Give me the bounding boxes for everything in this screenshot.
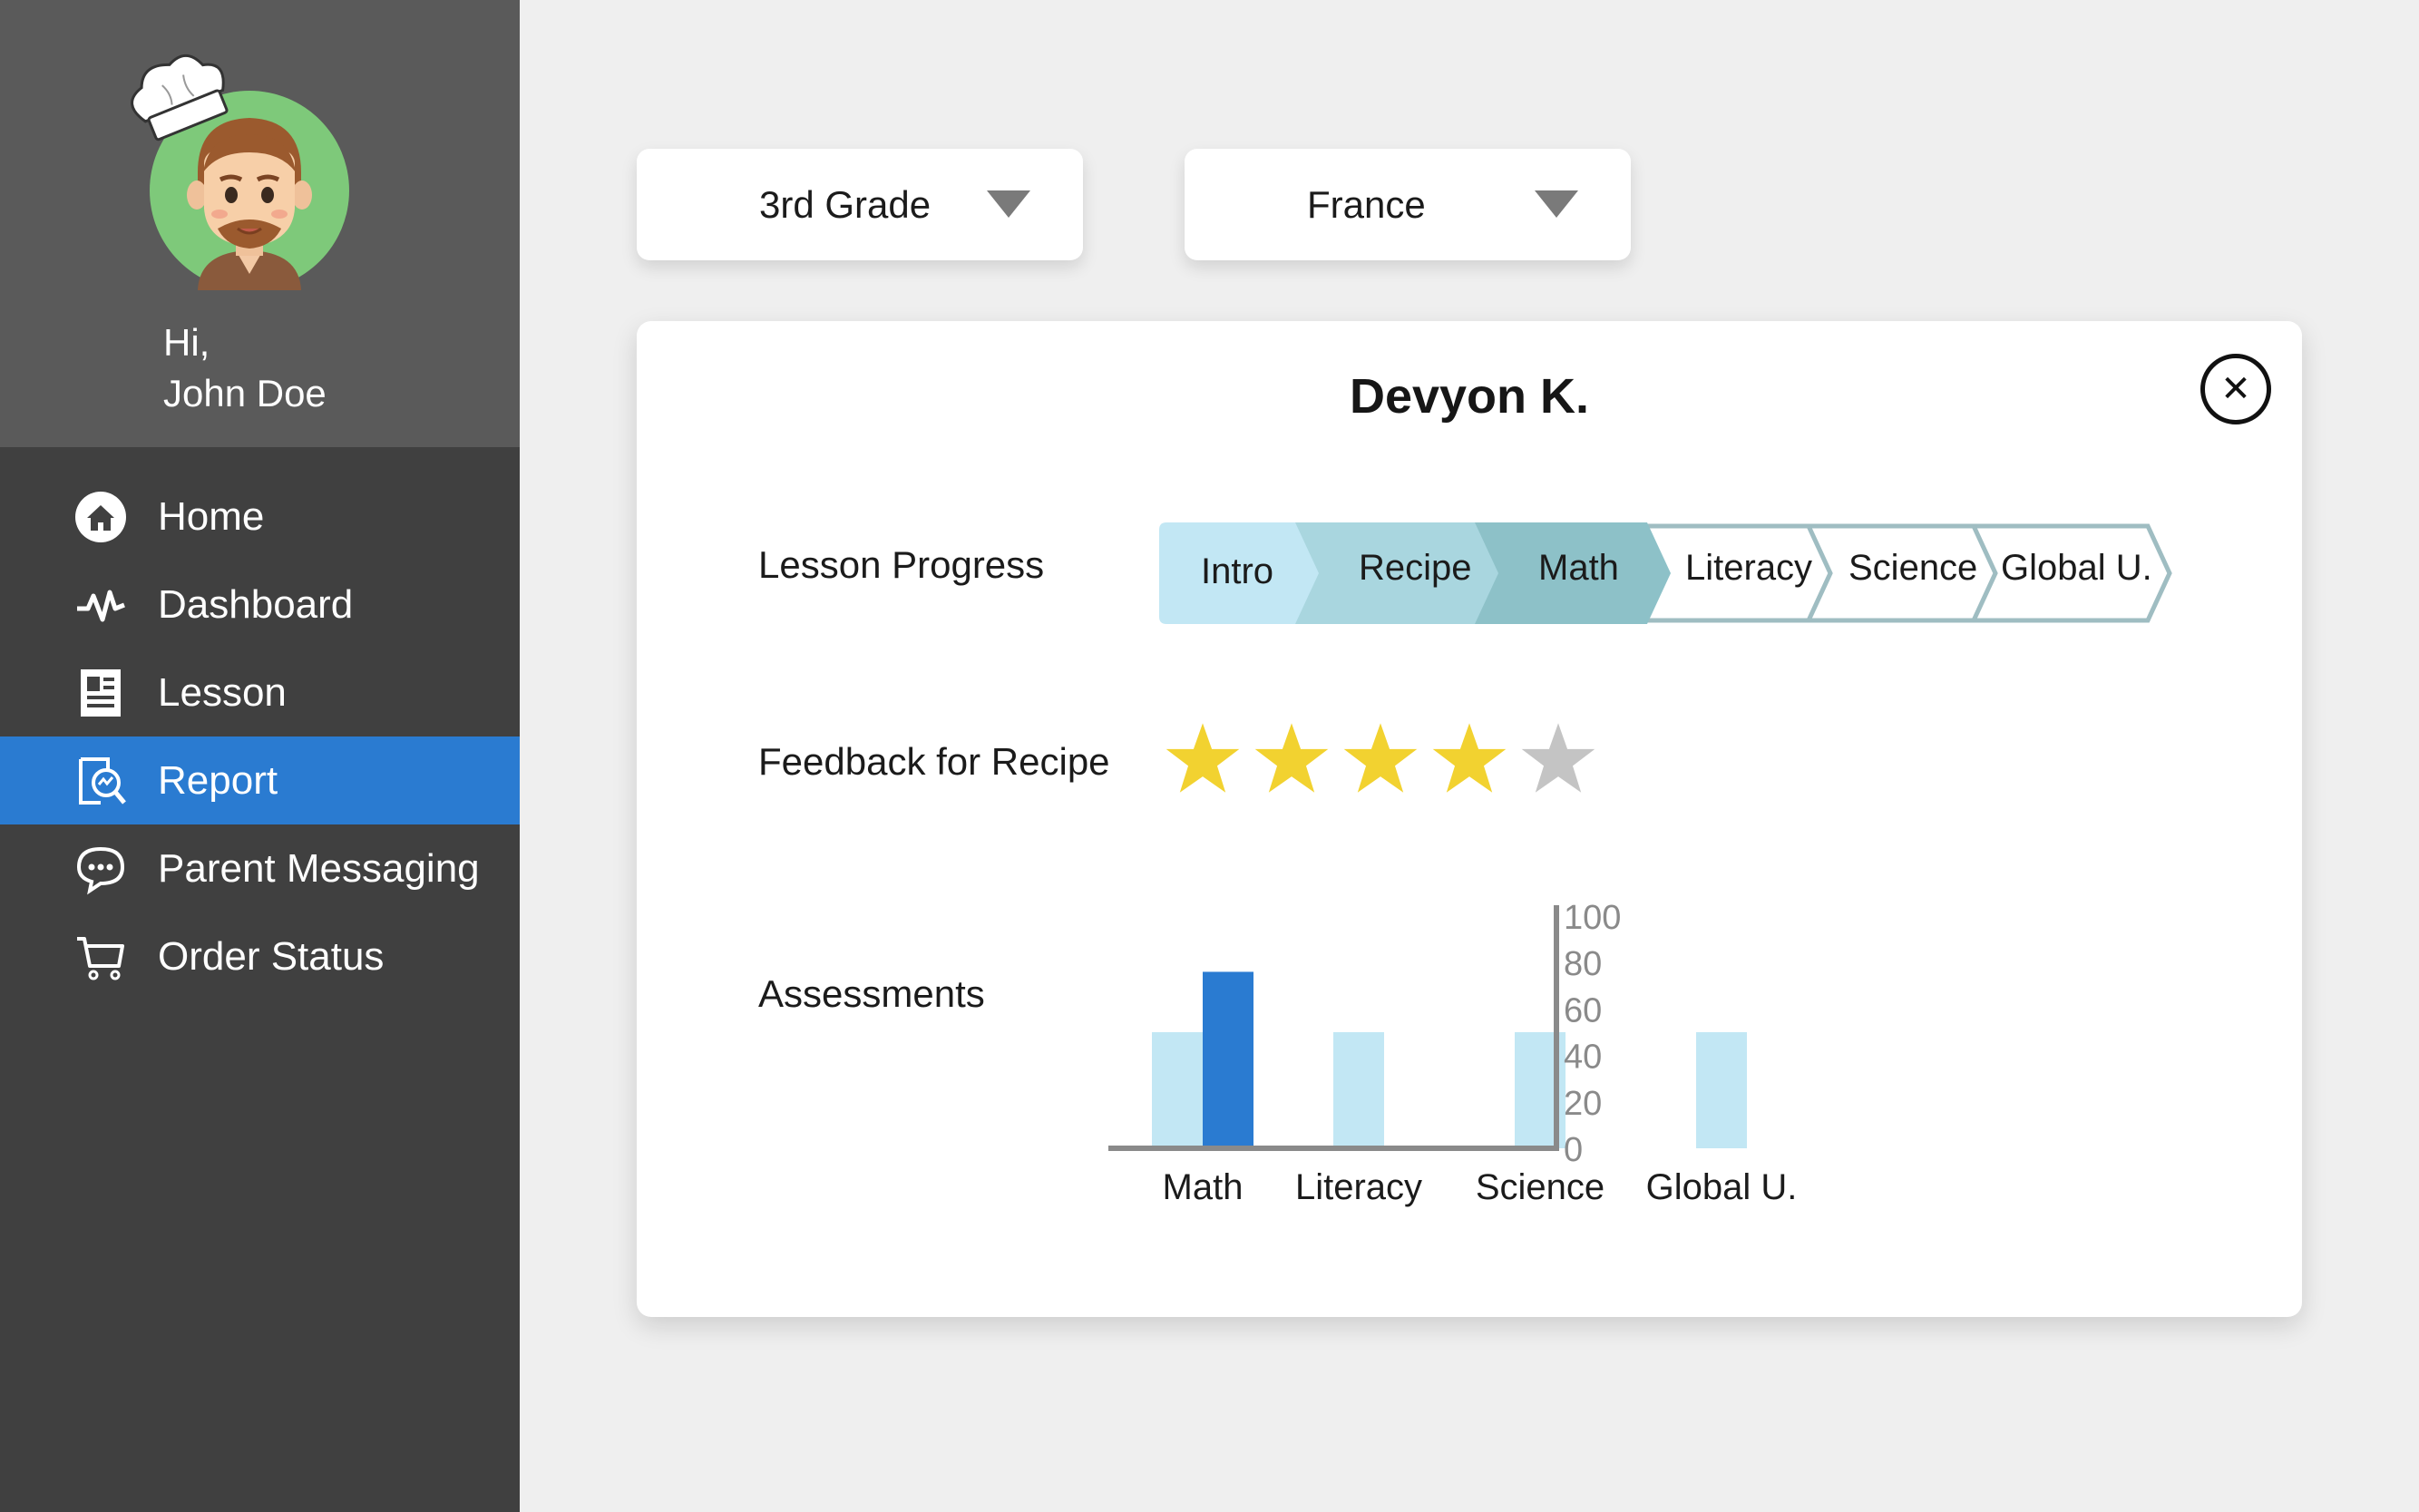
- nav-label-lesson: Lesson: [158, 669, 287, 715]
- user-name: John Doe: [163, 372, 327, 415]
- step-science[interactable]: Science: [1848, 548, 1977, 589]
- star-icon[interactable]: [1165, 720, 1241, 796]
- step-recipe[interactable]: Recipe: [1359, 548, 1472, 589]
- x-tick-label: Math: [1163, 1167, 1244, 1207]
- chevron-down-icon: [987, 190, 1030, 218]
- star-icon[interactable]: [1520, 720, 1596, 796]
- greeting-hi: Hi,: [163, 321, 210, 364]
- student-name: Devyon K.: [1349, 369, 1590, 424]
- nav-label-order-status: Order Status: [158, 933, 385, 979]
- cart-icon: [71, 927, 131, 987]
- sidebar: Hi, John Doe Home Dashboard Lesson Repor…: [0, 0, 520, 1512]
- nav-item-home[interactable]: Home: [0, 473, 520, 561]
- nav-label-report: Report: [158, 757, 278, 803]
- star-icon[interactable]: [1431, 720, 1507, 796]
- y-tick-label: 40: [1564, 1039, 1602, 1077]
- profile-panel: Hi, John Doe: [0, 0, 520, 447]
- bar-global-u--0: [1696, 1032, 1747, 1148]
- feedback-label: Feedback for Recipe: [758, 740, 1110, 783]
- y-tick-label: 20: [1564, 1085, 1602, 1123]
- bar-math-1: [1203, 971, 1253, 1148]
- nav-menu: Home Dashboard Lesson Report Parent Mess…: [0, 473, 520, 1000]
- assessments-label: Assessments: [758, 972, 985, 1015]
- bar-literacy-0: [1333, 1032, 1384, 1148]
- x-tick-label: Literacy: [1295, 1167, 1422, 1207]
- y-tick-label: 60: [1564, 991, 1602, 1029]
- x-tick-label: Science: [1476, 1167, 1605, 1207]
- star-icon[interactable]: [1253, 720, 1330, 796]
- chevron-down-icon: [1535, 190, 1578, 218]
- chat-bubble-icon: [71, 839, 131, 899]
- grade-select[interactable]: 3rd Grade: [637, 149, 1083, 260]
- y-tick-label: 100: [1564, 899, 1621, 937]
- nav-item-parent-messaging[interactable]: Parent Messaging: [0, 824, 520, 912]
- nav-item-lesson[interactable]: Lesson: [0, 649, 520, 736]
- lesson-progress-bar: Intro Recipe Math Literacy Science Globa…: [1157, 521, 2173, 626]
- step-literacy[interactable]: Literacy: [1685, 548, 1812, 589]
- country-select-value: France: [1307, 182, 1426, 226]
- report-search-icon: [71, 751, 131, 811]
- step-intro[interactable]: Intro: [1201, 551, 1273, 592]
- step-math[interactable]: Math: [1538, 548, 1619, 589]
- grade-select-value: 3rd Grade: [759, 182, 932, 226]
- y-tick-label: 0: [1564, 1131, 1583, 1169]
- nav-item-report[interactable]: Report: [0, 736, 520, 824]
- close-icon: ✕: [2220, 369, 2251, 409]
- avatar[interactable]: [91, 36, 363, 308]
- nav-item-dashboard[interactable]: Dashboard: [0, 561, 520, 649]
- assessments-chart: Math Literacy Science Global U. 100 80 60 40 20 0: [1108, 899, 1798, 1207]
- x-tick-label: Global U.: [1646, 1167, 1798, 1207]
- student-report-card: Devyon K. ✕ Lesson Progress Intro Recipe…: [637, 321, 2302, 1317]
- nav-label-dashboard: Dashboard: [158, 581, 354, 627]
- step-global-u[interactable]: Global U.: [2001, 548, 2152, 589]
- nav-item-order-status[interactable]: Order Status: [0, 912, 520, 1000]
- greeting: Hi, John Doe: [163, 317, 327, 419]
- close-button[interactable]: ✕: [2200, 354, 2271, 424]
- nav-label-home: Home: [158, 493, 265, 539]
- bar-math-0: [1152, 1032, 1203, 1148]
- nav-label-parent-messaging: Parent Messaging: [158, 845, 480, 891]
- document-icon: [71, 663, 131, 723]
- y-tick-label: 80: [1564, 945, 1602, 983]
- feedback-rating[interactable]: [1165, 720, 1609, 796]
- pulse-icon: [71, 575, 131, 635]
- star-icon[interactable]: [1342, 720, 1419, 796]
- country-select[interactable]: France: [1185, 149, 1631, 260]
- lesson-progress-label: Lesson Progress: [758, 543, 1045, 586]
- home-icon: [71, 487, 131, 547]
